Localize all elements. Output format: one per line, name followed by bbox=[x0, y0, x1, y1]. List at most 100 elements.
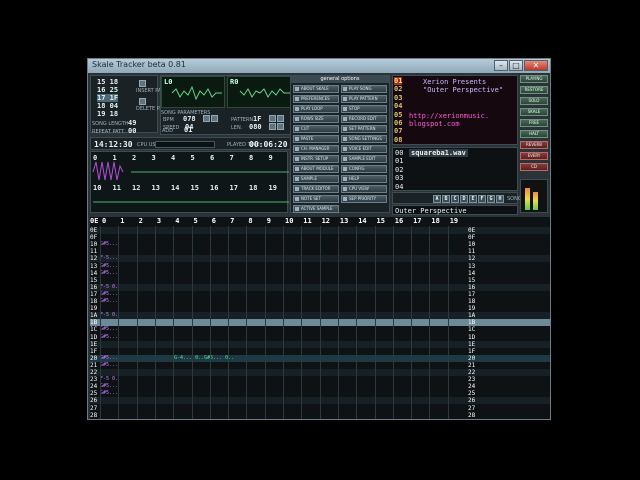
key-button[interactable]: A bbox=[433, 195, 441, 203]
side-button[interactable]: RESTORE bbox=[520, 86, 548, 94]
option-button[interactable]: HELP bbox=[341, 175, 387, 183]
add-value[interactable]: 01 bbox=[184, 126, 192, 134]
sample-row[interactable]: 00 bbox=[395, 149, 403, 157]
note-cell[interactable]: G#5... bbox=[100, 241, 118, 248]
key-button[interactable]: F bbox=[478, 195, 486, 203]
channel-header[interactable]: 8 bbox=[248, 217, 252, 226]
key-button[interactable]: H bbox=[496, 195, 504, 203]
sample-name[interactable]: squareba1.wav bbox=[409, 149, 468, 157]
song-name-field[interactable]: Outer Perspective bbox=[392, 205, 518, 215]
note-cell[interactable]: G#5... bbox=[100, 298, 118, 305]
channel-header[interactable]: 16 bbox=[395, 217, 403, 226]
note-cell[interactable]: G#5... bbox=[100, 263, 118, 270]
note-cell[interactable]: G#5... bbox=[100, 326, 118, 333]
bpm-down-button[interactable] bbox=[211, 115, 218, 122]
sample-row[interactable]: 02 bbox=[395, 166, 403, 174]
keyboard-strip[interactable]: ABCDEFGH SONG TITLE bbox=[392, 192, 537, 204]
note-cell[interactable]: G#5... bbox=[100, 362, 118, 369]
channel-header[interactable]: 12 bbox=[322, 217, 330, 226]
channel-header[interactable]: 9 bbox=[267, 217, 271, 226]
insert-pattern-button[interactable] bbox=[139, 80, 146, 87]
len-value[interactable]: 080 bbox=[249, 123, 262, 131]
channel-header[interactable]: 5 bbox=[194, 217, 198, 226]
option-button[interactable]: SET PATTERN bbox=[341, 125, 387, 133]
option-button[interactable]: VOICE EDIT bbox=[341, 145, 387, 153]
instrument-number[interactable]: 05 bbox=[394, 111, 402, 119]
option-button[interactable]: CONFIG bbox=[341, 165, 387, 173]
sample-row[interactable]: 04 bbox=[395, 183, 403, 191]
repeat-value[interactable]: 00 bbox=[128, 127, 136, 135]
note-cell[interactable]: F-5 0. bbox=[100, 376, 118, 383]
side-button[interactable]: REVERB bbox=[520, 141, 548, 149]
option-button[interactable]: PLAY LOOP bbox=[293, 105, 339, 113]
note-cell[interactable]: G#5... bbox=[100, 390, 118, 397]
note-cell[interactable]: G#5... bbox=[100, 291, 118, 298]
option-button[interactable]: RECORD EDIT bbox=[341, 115, 387, 123]
key-button[interactable]: B bbox=[442, 195, 450, 203]
channel-header[interactable]: 11 bbox=[303, 217, 311, 226]
side-button[interactable]: CD bbox=[520, 163, 548, 171]
option-button[interactable]: ABOUT MODULE bbox=[293, 165, 339, 173]
title-bar[interactable]: Skale Tracker beta 0.81 – □ ✕ bbox=[88, 59, 550, 73]
pattern-up-button[interactable] bbox=[269, 115, 276, 122]
bpm-value[interactable]: 078 bbox=[183, 115, 196, 123]
sample-list[interactable]: 00 01 02 03 04 squareba1.wav bbox=[392, 147, 518, 191]
channel-header[interactable]: 1 bbox=[120, 217, 124, 226]
channel-header[interactable]: 19 bbox=[450, 217, 458, 226]
key-button[interactable]: G bbox=[487, 195, 495, 203]
channel-header[interactable]: 15 bbox=[377, 217, 385, 226]
instrument-number[interactable]: 07 bbox=[394, 127, 402, 135]
channel-header[interactable]: 18 bbox=[431, 217, 439, 226]
channel-header[interactable]: 3 bbox=[157, 217, 161, 226]
note-cell[interactable]: F-5 0. bbox=[100, 312, 118, 319]
note-cell[interactable]: G#5... bbox=[100, 383, 118, 390]
bpm-up-button[interactable] bbox=[203, 115, 210, 122]
note-cell[interactable]: G#5... bbox=[100, 334, 118, 341]
option-button[interactable]: SEP PRIORITY bbox=[341, 195, 387, 203]
option-button[interactable]: ACTIVE SAMPLE bbox=[293, 205, 339, 213]
channel-header[interactable]: 7 bbox=[230, 217, 234, 226]
channel-header[interactable]: 13 bbox=[340, 217, 348, 226]
len-down-button[interactable] bbox=[277, 123, 284, 130]
option-button[interactable]: TRACK EDITOR bbox=[293, 185, 339, 193]
channel-header[interactable]: 6 bbox=[212, 217, 216, 226]
option-button[interactable]: CPU VIEW bbox=[341, 185, 387, 193]
pattern-grid[interactable]: 0E 0 1 2 3 4 5 6 7 8 9 10 11 12 13 14 15 16 17 18 19 0E 0E 0F 0… bbox=[90, 217, 550, 419]
pattern-down-button[interactable] bbox=[277, 115, 284, 122]
option-button[interactable]: SAMPLE EDIT bbox=[341, 155, 387, 163]
option-button[interactable]: SAMPLE bbox=[293, 175, 339, 183]
side-button[interactable]: SKALE bbox=[520, 108, 548, 116]
option-button[interactable]: PLAY PATTERN bbox=[341, 95, 387, 103]
instrument-number[interactable]: 03 bbox=[394, 94, 402, 102]
close-button[interactable]: ✕ bbox=[524, 60, 548, 71]
key-button[interactable]: E bbox=[469, 195, 477, 203]
note-cell[interactable]: F-5... bbox=[100, 255, 118, 262]
option-button[interactable]: SONG SETTINGS bbox=[341, 135, 387, 143]
note-cell[interactable]: F-5 0. bbox=[100, 284, 118, 291]
channel-header[interactable]: 10 bbox=[285, 217, 293, 226]
side-button[interactable]: SOLO bbox=[520, 97, 548, 105]
maximize-button[interactable]: □ bbox=[509, 60, 523, 71]
delete-pattern-button[interactable] bbox=[139, 98, 146, 105]
len-up-button[interactable] bbox=[269, 123, 276, 130]
sample-row[interactable]: 03 bbox=[395, 174, 403, 182]
option-button[interactable]: CH. MANAGER bbox=[293, 145, 339, 153]
option-button[interactable]: STOP bbox=[341, 105, 387, 113]
option-button[interactable]: CUT bbox=[293, 125, 339, 133]
option-button[interactable]: ABOUT SKALE bbox=[293, 85, 339, 93]
key-button[interactable]: C bbox=[451, 195, 459, 203]
channel-header[interactable]: 14 bbox=[358, 217, 366, 226]
song-length-value[interactable]: 49 bbox=[128, 119, 136, 127]
channel-header[interactable]: 0 bbox=[102, 217, 106, 226]
option-button[interactable]: INSTR. SETUP bbox=[293, 155, 339, 163]
option-button[interactable]: PLAY SONG bbox=[341, 85, 387, 93]
side-button[interactable]: HALT bbox=[520, 130, 548, 138]
option-button[interactable]: ROWS SIZE bbox=[293, 115, 339, 123]
instrument-number[interactable]: 06 bbox=[394, 119, 402, 127]
option-button[interactable]: NOTE SET bbox=[293, 195, 339, 203]
key-button[interactable]: D bbox=[460, 195, 468, 203]
note-cell[interactable]: G#5... bbox=[100, 270, 118, 277]
side-button[interactable]: PLAYING bbox=[520, 75, 548, 83]
side-button[interactable]: FREE bbox=[520, 119, 548, 127]
channel-header[interactable]: 17 bbox=[413, 217, 421, 226]
